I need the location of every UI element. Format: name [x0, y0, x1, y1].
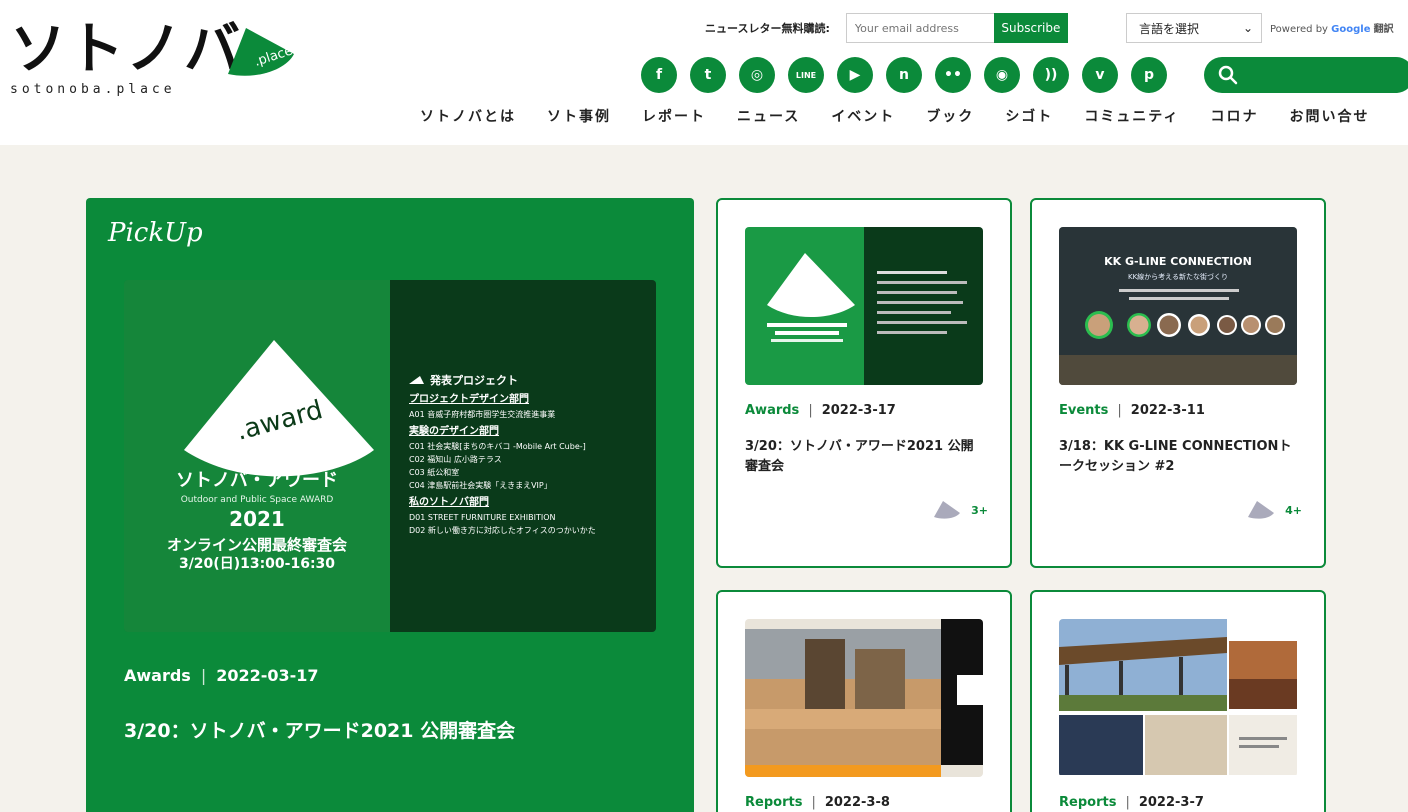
nav-item[interactable]: ブック	[926, 106, 974, 126]
google-logo: Google	[1331, 24, 1371, 35]
pickup-date: 2022-03-17	[216, 666, 319, 685]
card-category[interactable]: Reports	[745, 795, 802, 810]
search-button[interactable]	[1204, 57, 1408, 93]
card-date: 2022-3-8	[824, 795, 890, 810]
article-card[interactable]: Reports | 2022-3-8	[716, 590, 1012, 812]
language-select[interactable]: 言語を選択 ⌄	[1126, 13, 1262, 43]
facebook-icon[interactable]: f	[641, 57, 677, 93]
card-meta: Events | 2022-3-11	[1059, 403, 1205, 418]
poster-section-item: C03 紙公和室	[409, 467, 459, 477]
poster-event: オンライン公開最終審査会	[167, 536, 347, 554]
card-image-subtitle: KK線から考える新たな街づくり	[1128, 272, 1228, 281]
poster-section-item: D01 STREET FURNITURE EXHIBITION	[409, 513, 556, 522]
powered-prefix: Powered by	[1270, 24, 1328, 35]
card-meta: Reports | 2022-3-8	[745, 795, 890, 810]
flickr-icon[interactable]: ••	[935, 57, 971, 93]
nav-item[interactable]: ソト事例	[547, 106, 611, 126]
card-title[interactable]: 3/20：ソトノバ・アワード2021 公開審査会	[745, 437, 985, 477]
powered-by-google: Powered by Google 翻訳	[1270, 20, 1394, 35]
card-date: 2022-3-11	[1130, 403, 1205, 418]
card-image[interactable]	[1059, 619, 1297, 777]
card-count-value: 4+	[1285, 503, 1302, 517]
place-triangle-icon	[1248, 501, 1275, 519]
newsletter-label: ニュースレター無料購読:	[705, 22, 830, 35]
card-count-value: 3+	[971, 503, 988, 517]
search-icon	[1218, 65, 1238, 85]
instagram-icon[interactable]: ◎	[739, 57, 775, 93]
pickup-image[interactable]: .award ソトノバ・アワード Outdoor and Public Spac…	[124, 280, 656, 632]
camera-icon[interactable]: ◉	[984, 57, 1020, 93]
pickup-meta: Awards | 2022-03-17	[124, 666, 319, 685]
nav-item[interactable]: コミュニティ	[1084, 106, 1179, 126]
logo-subtitle: sotonoba.place	[10, 82, 176, 97]
poster-section-heading: プロジェクトデザイン部門	[409, 392, 529, 405]
place-triangle-icon	[934, 501, 961, 519]
card-date: 2022-3-7	[1138, 795, 1204, 810]
pickup-feature[interactable]: PickUp .award ソトノバ・アワード Outdoor and Publ…	[86, 198, 694, 812]
poster-section-heading: 私のソトノバ部門	[408, 495, 489, 508]
pinterest-icon[interactable]: p	[1131, 57, 1167, 93]
card-image[interactable]: KK G-LINE CONNECTION KK線から考える新たな街づくり	[1059, 227, 1297, 385]
card-image[interactable]	[745, 619, 983, 777]
nav-item[interactable]: イベント	[831, 106, 895, 126]
logo-text: ソトノバ	[10, 17, 242, 82]
youtube-icon[interactable]: ▶	[837, 57, 873, 93]
card-date: 2022-3-17	[821, 403, 896, 418]
place-badge-icon: .place	[228, 28, 294, 76]
poster-year: 2021	[229, 507, 285, 531]
nav-item[interactable]: ソトノバとは	[420, 106, 516, 126]
card-category[interactable]: Events	[1059, 403, 1108, 418]
pickup-title[interactable]: 3/20：ソトノバ・アワード2021 公開審査会	[124, 716, 515, 743]
article-card[interactable]: Reports | 2022-3-7	[1030, 590, 1326, 812]
main-content: PickUp .award ソトノバ・アワード Outdoor and Publ…	[0, 145, 1408, 812]
nav-item[interactable]: ニュース	[737, 106, 800, 126]
award-poster: .award ソトノバ・アワード Outdoor and Public Spac…	[124, 280, 656, 632]
chevron-down-icon: ⌄	[1242, 21, 1253, 35]
card-category[interactable]: Awards	[745, 403, 799, 418]
rss-icon[interactable]: ))	[1033, 57, 1069, 93]
card-image-title: KK G-LINE CONNECTION	[1104, 255, 1252, 268]
translate-label: 翻訳	[1373, 24, 1394, 35]
card-category[interactable]: Reports	[1059, 795, 1116, 810]
subscribe-button[interactable]: Subscribe	[993, 13, 1068, 43]
twitter-icon[interactable]: t	[690, 57, 726, 93]
site-header: ソトノバ sotonoba.place .place ニュースレター無料購読: …	[0, 0, 1408, 145]
poster-section-item: C02 福知山 広小路テラス	[409, 454, 502, 464]
note-icon[interactable]: n	[886, 57, 922, 93]
poster-title-en: Outdoor and Public Space AWARD	[181, 495, 334, 505]
article-card[interactable]: Awards | 2022-3-17 3/20：ソトノバ・アワード2021 公開審査…	[716, 198, 1012, 568]
nav-item[interactable]: コロナ	[1210, 106, 1258, 126]
nav-item[interactable]: レポート	[642, 106, 706, 126]
language-select-value: 言語を選択	[1139, 21, 1200, 36]
email-input[interactable]	[845, 13, 994, 43]
article-card[interactable]: KK G-LINE CONNECTION KK線から考える新たな街づくり Eve…	[1030, 198, 1326, 568]
card-count: 4+	[1247, 500, 1302, 520]
vimeo-icon[interactable]: v	[1082, 57, 1118, 93]
pickup-label: PickUp	[108, 218, 203, 248]
card-meta: Reports | 2022-3-7	[1059, 795, 1204, 810]
card-image[interactable]	[745, 227, 983, 385]
poster-section-item: D02 新しい働き方に対応したオフィスのつかいかた	[409, 525, 596, 535]
poster-section-heading: 実験のデザイン部門	[409, 424, 499, 437]
poster-section-item: C04 津島駅前社会実験「えきまえVIP」	[409, 480, 552, 490]
social-links: f t ◎ LINE ▶ n •• ◉)) v p	[641, 57, 1167, 93]
pickup-category[interactable]: Awards	[124, 666, 191, 685]
card-title[interactable]: 3/18：KK G-LINE CONNECTIONトークセッション #2	[1059, 437, 1299, 477]
card-meta: Awards | 2022-3-17	[745, 403, 896, 418]
poster-title: ソトノバ・アワード	[176, 470, 338, 491]
poster-section-item: A01 音威子府村都市圏学生交流推進事業	[409, 409, 555, 419]
poster-section-item: C01 社会実験[まちのキバコ -Mobile Art Cube-]	[409, 441, 586, 451]
site-logo[interactable]: ソトノバ sotonoba.place	[10, 17, 242, 98]
nav-item[interactable]: お問い合せ	[1289, 106, 1369, 126]
line-icon[interactable]: LINE	[788, 57, 824, 93]
poster-projects-label: 発表プロジェクト	[429, 373, 518, 387]
newsletter-form: ニュースレター無料購読: Subscribe	[705, 13, 1068, 43]
poster-when: 3/20(日)13:00-16:30	[179, 556, 335, 572]
nav-item[interactable]: シゴト	[1005, 106, 1053, 126]
main-nav: ソトノバとは ソト事例 レポート ニュース イベント ブック シゴト コミュニティ コロナ お問い…	[420, 106, 1400, 126]
card-count: 3+	[933, 500, 988, 520]
